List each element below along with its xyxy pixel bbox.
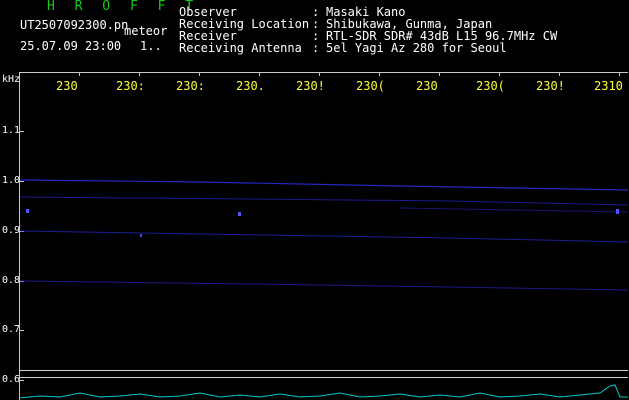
carrier-trace [19, 280, 629, 291]
carrier-trace [399, 207, 629, 213]
signal-dot [238, 212, 241, 216]
signal-dot [616, 209, 619, 214]
spectrum-trace [18, 384, 628, 399]
carrier-traces [19, 179, 629, 291]
carrier-trace [19, 179, 629, 191]
bottom-reference-lines [19, 370, 628, 378]
hrofft-screen: H R O F F T UT2507092300.pn meteor 25.07… [0, 0, 629, 400]
carrier-trace [19, 196, 629, 206]
x-tick-marks [79, 72, 620, 76]
signal-dot [140, 234, 142, 237]
signal-dot [26, 209, 29, 213]
carrier-trace [19, 230, 629, 243]
spectrogram-overlay [18, 72, 629, 399]
y-tick-marks [19, 131, 24, 381]
